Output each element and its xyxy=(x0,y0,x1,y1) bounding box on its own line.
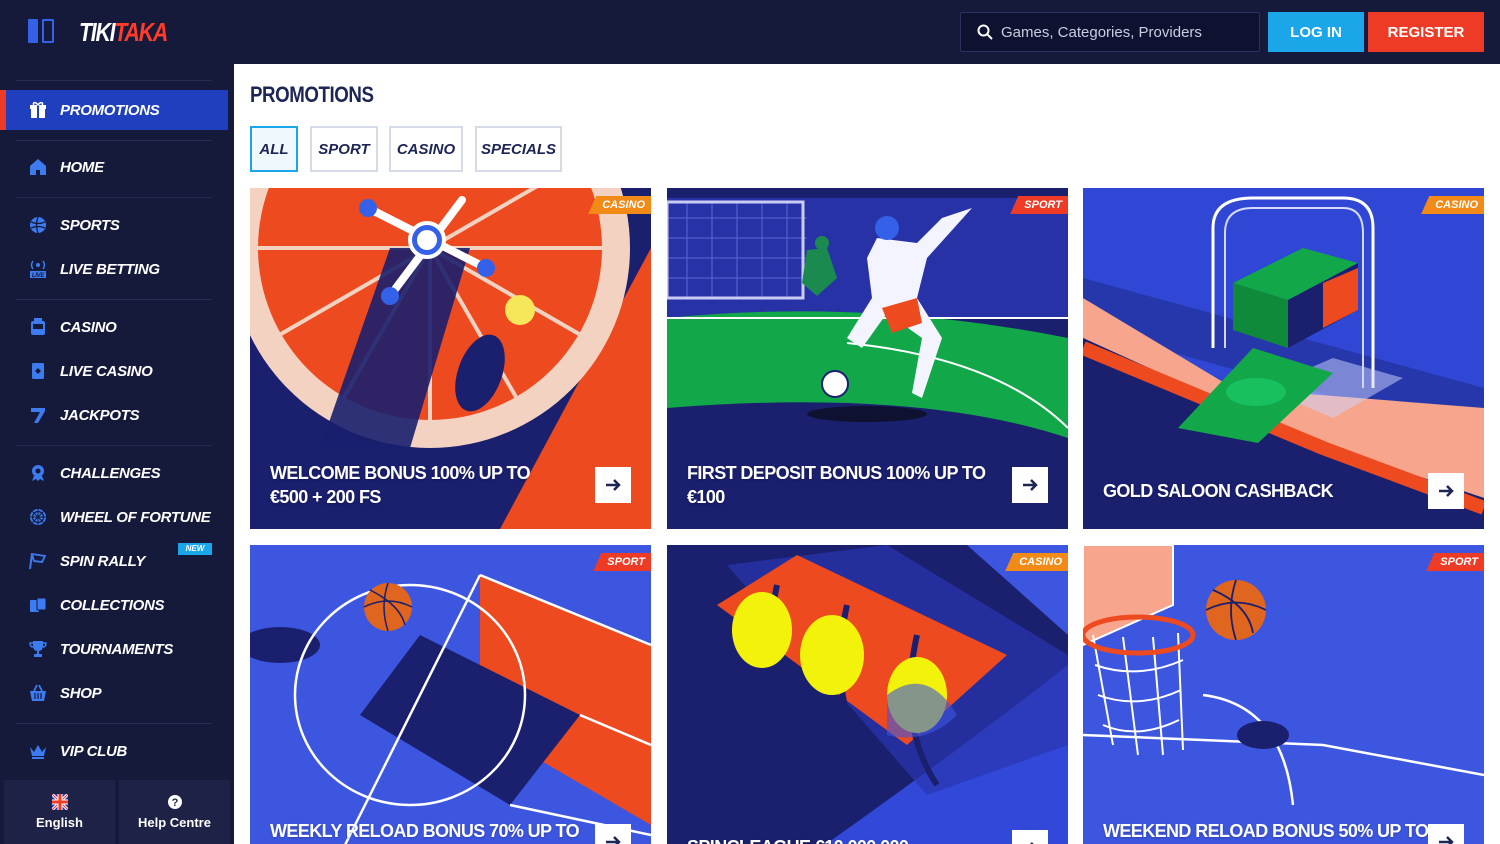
svg-text:?: ? xyxy=(171,797,178,809)
sidebar-item-label: HOME xyxy=(60,158,104,176)
sidebar-item-label: JACKPOTS xyxy=(60,406,140,424)
filter-casino[interactable]: CASINO xyxy=(389,126,463,172)
sidebar-item-sports[interactable]: SPORTS xyxy=(16,205,228,245)
menu-toggle-icon[interactable] xyxy=(28,19,56,45)
sidebar-item-jackpots[interactable]: JACKPOTS xyxy=(16,395,228,435)
category-badge: SPORT xyxy=(593,553,651,571)
filter-specials[interactable]: SPECIALS xyxy=(475,126,562,172)
promo-card[interactable]: SPORT WEEKLY RELOAD BONUS 70% UP TO xyxy=(250,545,651,844)
cards-icon xyxy=(28,595,48,615)
sidebar-item-label: COLLECTIONS xyxy=(60,596,165,614)
arrow-right-icon[interactable] xyxy=(1012,830,1048,844)
basketball-court-illustration xyxy=(250,545,651,844)
login-button[interactable]: LOG IN xyxy=(1268,12,1364,52)
sidebar-item-label: CHALLENGES xyxy=(60,464,161,482)
sidebar-item-label: CASINO xyxy=(60,318,117,336)
sidebar-item-live-betting[interactable]: LIVE LIVE BETTING xyxy=(16,249,228,289)
sidebar-item-promotions[interactable]: PROMOTIONS xyxy=(0,90,228,130)
sidebar-divider xyxy=(16,299,212,300)
sidebar-item-label: PROMOTIONS xyxy=(60,101,160,119)
basketball-hoop-illustration xyxy=(1083,545,1484,844)
filter-sport[interactable]: SPORT xyxy=(310,126,378,172)
category-badge: CASINO xyxy=(1005,553,1068,571)
sidebar-item-wheel-of-fortune[interactable]: WHEEL OF FORTUNE xyxy=(16,497,228,537)
site-logo[interactable]: TIKITAKA xyxy=(79,18,168,46)
sidebar-item-label: SPORTS xyxy=(60,216,120,234)
register-button[interactable]: REGISTER xyxy=(1368,12,1484,52)
card-icon xyxy=(28,361,48,381)
seven-icon xyxy=(28,405,48,425)
category-badge: SPORT xyxy=(1426,553,1484,571)
promo-card[interactable]: SPORT FIRST DEPOSIT BONUS 100% UP TO €10… xyxy=(667,188,1068,529)
arrow-right-icon[interactable] xyxy=(1428,824,1464,844)
promo-card[interactable]: CASINO GOLD SALOON CASHBACK xyxy=(1083,188,1484,529)
sidebar-item-casino[interactable]: CASINO xyxy=(16,307,228,347)
sidebar-item-label: SPIN RALLY xyxy=(60,552,146,570)
sidebar-item-home[interactable]: HOME xyxy=(16,147,228,187)
search-box[interactable] xyxy=(960,12,1260,52)
promo-card[interactable]: CASINO WELCOME BONUS 100% UP TO €500 + 2… xyxy=(250,188,651,529)
uk-flag-icon xyxy=(51,794,68,810)
home-icon xyxy=(28,157,48,177)
category-badge: CASINO xyxy=(588,196,651,214)
sidebar-item-tournaments[interactable]: TOURNAMENTS xyxy=(16,629,228,669)
sidebar-item-label: VIP CLUB xyxy=(60,742,128,760)
saloon-illustration xyxy=(1083,188,1484,529)
basket-icon xyxy=(28,683,48,703)
sidebar-divider xyxy=(16,445,212,446)
live-icon: LIVE xyxy=(28,259,48,279)
crown-icon xyxy=(28,741,48,761)
trophy-icon xyxy=(28,639,48,659)
sidebar-divider xyxy=(16,197,212,198)
arrow-right-icon[interactable] xyxy=(595,824,631,844)
language-label: English xyxy=(36,815,83,830)
promo-title: WELCOME BONUS 100% UP TO €500 + 200 FS xyxy=(270,463,531,507)
sidebar-item-label: LIVE CASINO xyxy=(60,362,153,380)
search-icon xyxy=(977,24,993,40)
category-badge: SPORT xyxy=(1010,196,1068,214)
sidebar-item-collections[interactable]: COLLECTIONS xyxy=(16,585,228,625)
sidebar-item-live-casino[interactable]: LIVE CASINO xyxy=(16,351,228,391)
sidebar-divider xyxy=(16,140,212,141)
sidebar-item-label: TOURNAMENTS xyxy=(60,640,174,658)
flag-icon xyxy=(28,551,48,571)
sidebar-item-label: SHOP xyxy=(60,684,102,702)
slot-machine-icon xyxy=(28,317,48,337)
sidebar-item-challenges[interactable]: CHALLENGES xyxy=(16,453,228,493)
slot-machine-illustration xyxy=(667,545,1068,844)
search-input[interactable] xyxy=(1001,13,1251,51)
category-badge: CASINO xyxy=(1421,196,1484,214)
sidebar-item-label: LIVE BETTING xyxy=(60,260,160,278)
sidebar-item-vip-club[interactable]: VIP CLUB xyxy=(16,731,228,771)
promo-title: WEEKEND RELOAD BONUS 50% UP TO xyxy=(1103,821,1429,841)
promo-title: SPINCLEAGUE €10 000 000 xyxy=(687,835,1007,844)
sidebar: PROMOTIONS HOME SPORTS LIVE LIVE BETTING… xyxy=(0,64,234,844)
promo-card[interactable]: SPORT WEEKEND RELOAD BONUS 50% UP TO xyxy=(1083,545,1484,844)
arrow-right-icon[interactable] xyxy=(1428,473,1464,509)
sidebar-divider xyxy=(16,723,212,724)
wheel-icon xyxy=(28,507,48,527)
arrow-right-icon[interactable] xyxy=(595,467,631,503)
help-centre-button[interactable]: ? Help Centre xyxy=(119,780,230,844)
new-badge: NEW xyxy=(178,543,212,555)
ball-icon xyxy=(28,215,48,235)
arrow-right-icon[interactable] xyxy=(1012,467,1048,503)
top-header: TIKITAKA LOG IN REGISTER xyxy=(0,0,1500,64)
filter-all[interactable]: ALL xyxy=(250,126,298,172)
page-title: PROMOTIONS xyxy=(250,82,374,107)
sidebar-item-shop[interactable]: SHOP xyxy=(16,673,228,713)
promo-title: WEEKLY RELOAD BONUS 70% UP TO xyxy=(270,821,580,841)
medal-icon xyxy=(28,463,48,483)
sidebar-divider xyxy=(16,80,212,81)
promo-card[interactable]: CASINO SPINCLEAGUE €10 000 000 xyxy=(667,545,1068,844)
sidebar-item-label: WHEEL OF FORTUNE xyxy=(60,508,211,526)
help-icon: ? xyxy=(167,795,182,809)
promo-title: FIRST DEPOSIT BONUS 100% UP TO €100 xyxy=(687,463,986,507)
language-selector[interactable]: English xyxy=(4,780,115,844)
gift-icon xyxy=(28,100,48,120)
promo-title: GOLD SALOON CASHBACK xyxy=(1103,481,1334,501)
sidebar-footer: English ? Help Centre xyxy=(4,780,230,844)
help-label: Help Centre xyxy=(138,815,211,830)
svg-text:LIVE: LIVE xyxy=(32,273,45,279)
